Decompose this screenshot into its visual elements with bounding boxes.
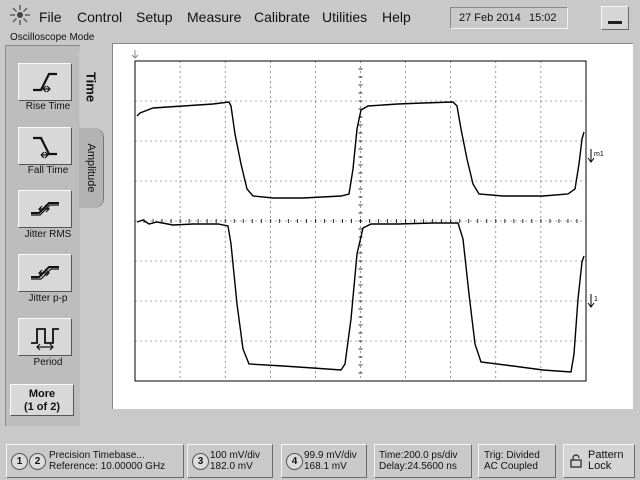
- fall-time-label: Fall Time: [27, 165, 69, 176]
- jitter-pp-label: Jitter p-p: [28, 293, 68, 304]
- channel-2-chip[interactable]: 2: [29, 453, 46, 470]
- rise-time-button[interactable]: [18, 63, 72, 101]
- rise-time-label: Rise Time: [25, 101, 71, 112]
- time-delay: Delay:24.5600 ns: [379, 461, 457, 472]
- menu-calibrate[interactable]: Calibrate: [254, 9, 310, 25]
- channel-4-status[interactable]: 4 99.9 mV/div 168.1 mV: [281, 444, 367, 478]
- menu-help[interactable]: Help: [382, 9, 411, 25]
- timebase-line1: Precision Timebase...: [49, 450, 145, 461]
- menu-measure[interactable]: Measure: [187, 9, 241, 25]
- channel-3-offset: 182.0 mV: [210, 461, 253, 472]
- svg-text:m1: m1: [594, 151, 604, 158]
- minimize-icon: [608, 21, 622, 24]
- channel-3-text: 100 mV/div 182.0 mV: [210, 450, 260, 472]
- channel-1-chip[interactable]: 1: [11, 453, 28, 470]
- date-time-display: 27 Feb 2014 15:02: [450, 7, 568, 29]
- time-text: 15:02: [529, 12, 557, 24]
- jitter-rms-label: Jitter RMS: [24, 229, 72, 240]
- rise-time-icon: [33, 72, 57, 93]
- measurement-panel: Rise Time Fall Time Jitter RMS Jitter p-…: [5, 45, 80, 426]
- time-scale: Time:200.0 ps/div: [379, 450, 458, 461]
- menu-file[interactable]: File: [39, 9, 62, 25]
- status-bar: 1 2 Precision Timebase... Reference: 10.…: [0, 440, 640, 480]
- timebase-text: Precision Timebase... Reference: 10.0000…: [49, 450, 165, 472]
- tab-time[interactable]: Time: [79, 52, 103, 122]
- more-button[interactable]: More (1 of 2): [10, 384, 74, 416]
- tab-time-label: Time: [83, 71, 99, 103]
- waveform-display[interactable]: m1 1: [113, 44, 633, 409]
- channel-3-status[interactable]: 3 100 mV/div 182.0 mV: [187, 444, 273, 478]
- menu-bar: File Control Setup Measure Calibrate Uti…: [0, 0, 640, 34]
- marker-m1: m1: [587, 149, 604, 163]
- timebase-line2: Reference: 10.00000 GHz: [49, 461, 166, 472]
- menu-setup[interactable]: Setup: [136, 9, 173, 25]
- period-label: Period: [33, 357, 63, 368]
- menu-control[interactable]: Control: [77, 9, 122, 25]
- tab-amplitude[interactable]: Amplitude: [79, 128, 104, 208]
- more-button-label: More: [28, 388, 56, 400]
- channel-3-chip[interactable]: 3: [192, 453, 209, 470]
- scope-display-frame: m1 1: [112, 43, 633, 409]
- timebase-status[interactable]: 1 2 Precision Timebase... Reference: 10.…: [6, 444, 184, 478]
- channel-4-scale: 99.9 mV/div: [304, 450, 357, 461]
- fall-time-button[interactable]: [18, 127, 72, 165]
- svg-text:1: 1: [594, 296, 598, 303]
- channel-4-text: 99.9 mV/div 168.1 mV: [304, 450, 357, 472]
- trigger-text-block: Trig: Divided AC Coupled: [484, 450, 540, 472]
- channel-4-chip[interactable]: 4: [286, 453, 303, 470]
- time-text-block: Time:200.0 ps/div Delay:24.5600 ns: [379, 450, 458, 472]
- marker-channel-1: 1: [587, 294, 598, 308]
- fall-time-icon: [33, 136, 57, 159]
- jitter-rms-icon: [31, 202, 59, 216]
- channel-4-offset: 168.1 mV: [304, 461, 347, 472]
- jitter-rms-button[interactable]: [18, 190, 72, 228]
- channel-3-scale: 100 mV/div: [210, 450, 261, 461]
- jitter-pp-button[interactable]: [18, 254, 72, 292]
- trigger-status[interactable]: Trig: Divided AC Coupled: [478, 444, 556, 478]
- more-button-page: (1 of 2): [23, 401, 61, 413]
- pattern-lock-text: Pattern Lock: [588, 450, 623, 472]
- mode-label: Oscilloscope Mode: [10, 32, 95, 43]
- jitter-pp-icon: [31, 266, 59, 280]
- tab-amplitude-label: Amplitude: [85, 143, 97, 193]
- period-icon: [31, 328, 59, 351]
- time-status[interactable]: Time:200.0 ps/div Delay:24.5600 ns: [374, 444, 472, 478]
- center-ticks: [134, 60, 587, 382]
- pattern-lock-line2: Lock: [588, 460, 612, 472]
- date-text: 27 Feb 2014: [459, 12, 521, 24]
- minimize-button[interactable]: [601, 6, 629, 30]
- menu-utilities[interactable]: Utilities: [322, 9, 367, 25]
- trigger-coupling: AC Coupled: [484, 461, 538, 472]
- trigger-mode: Trig: Divided: [484, 450, 540, 461]
- trigger-marker-icon: [131, 50, 139, 59]
- pattern-lock-button[interactable]: Pattern Lock: [563, 444, 635, 478]
- app-logo-icon: [10, 5, 30, 25]
- lock-icon: [570, 454, 582, 468]
- period-button[interactable]: [18, 318, 72, 356]
